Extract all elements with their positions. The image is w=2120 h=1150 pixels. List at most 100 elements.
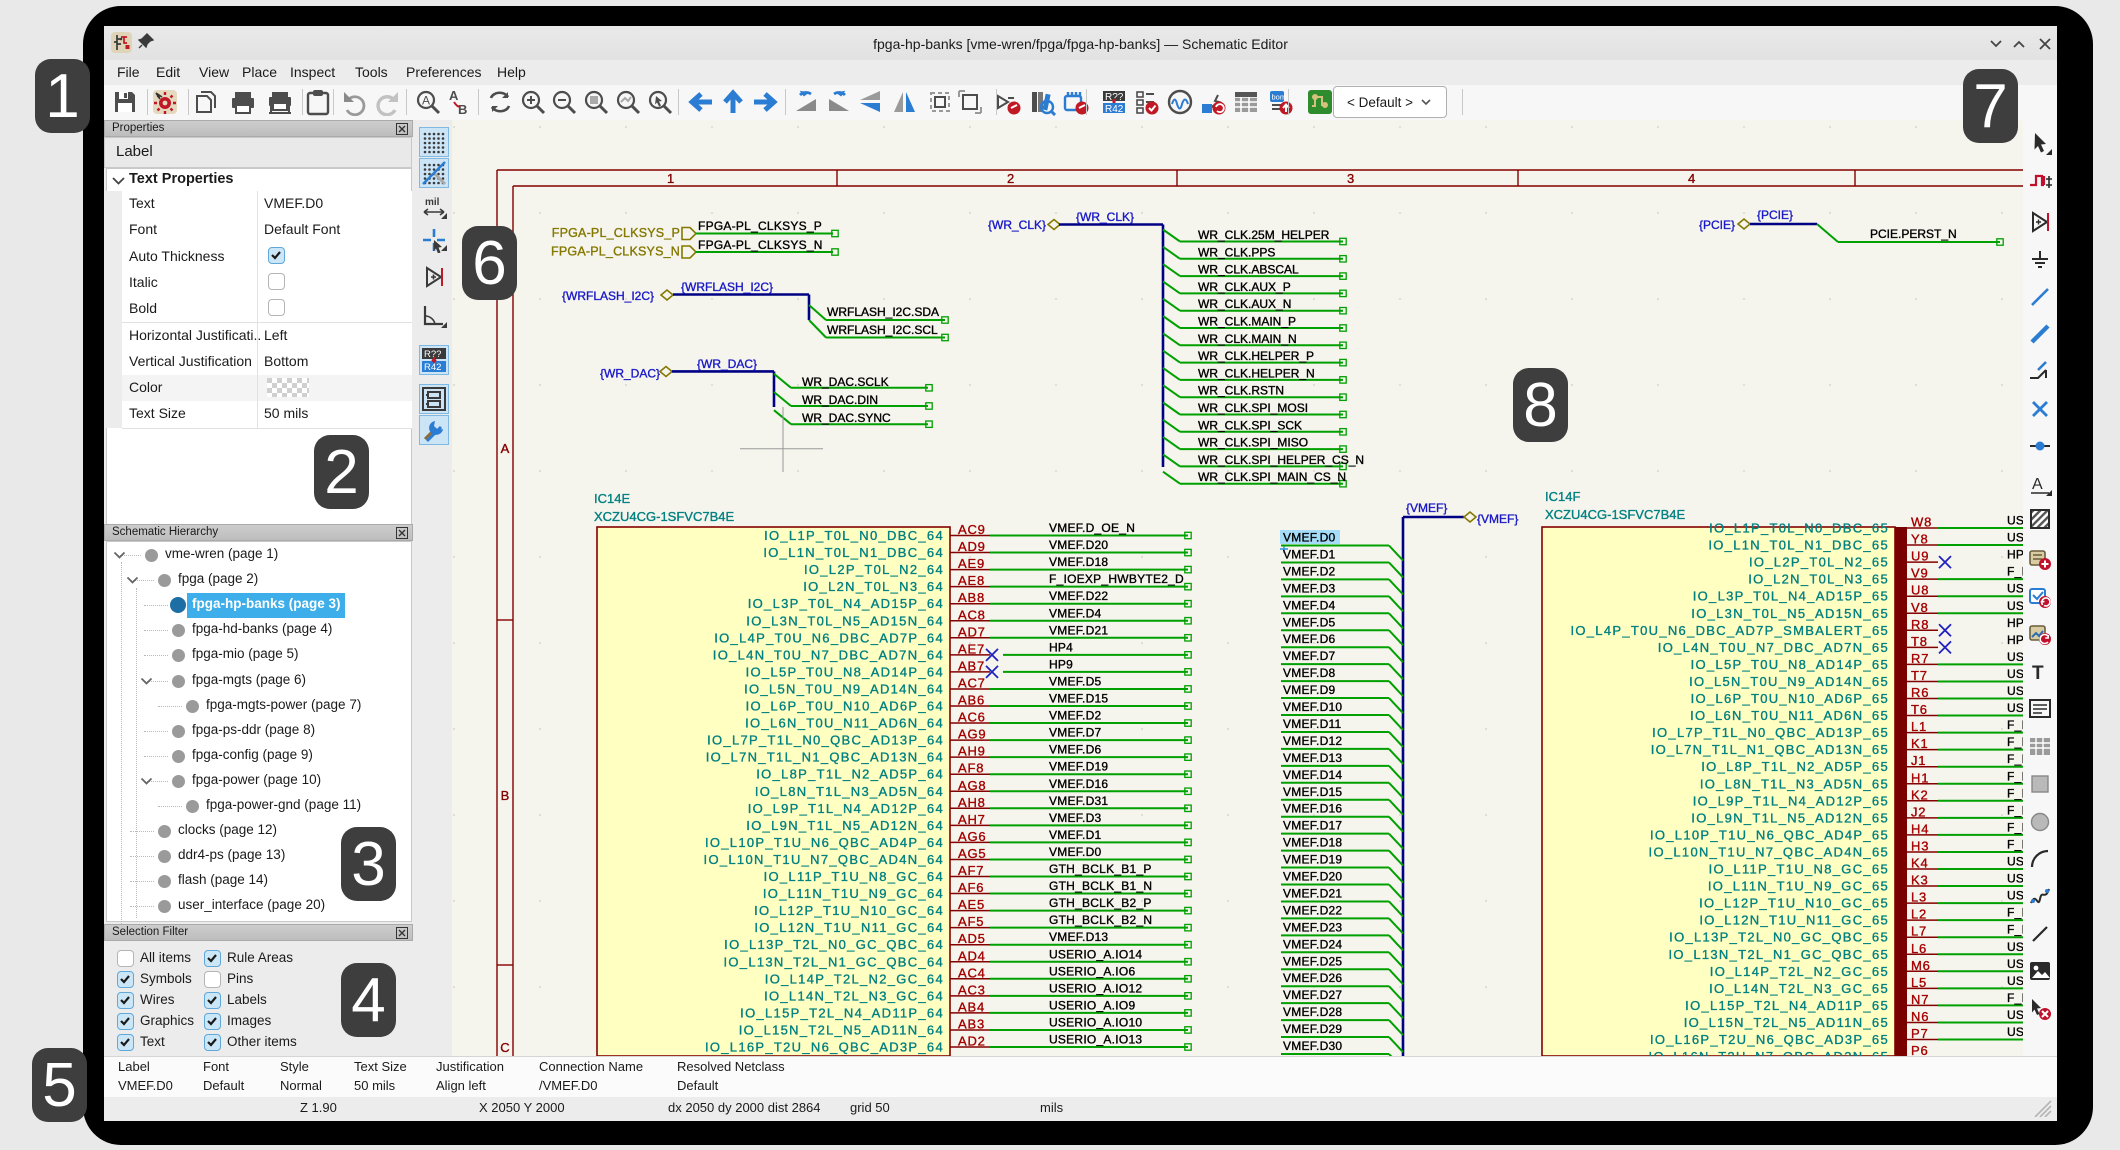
svg-text:VMEF.D28: VMEF.D28 — [1283, 1005, 1342, 1019]
svg-text:L7: L7 — [1911, 924, 1927, 939]
svg-text:GTH_BCLK_B1_P: GTH_BCLK_B1_P — [1049, 862, 1152, 876]
svg-text:VMEF.D22: VMEF.D22 — [1283, 903, 1342, 917]
svg-text:VMEF.D13: VMEF.D13 — [1049, 930, 1108, 944]
svg-text:2: 2 — [1007, 171, 1014, 186]
svg-text:AF5: AF5 — [958, 914, 984, 929]
svg-text:IO_L16P_T2U_N6_QBC_AD3P_65: IO_L16P_T2U_N6_QBC_AD3P_65 — [1650, 1032, 1889, 1047]
svg-text:F_IO: F_IO — [2007, 565, 2023, 579]
svg-text:AB7: AB7 — [958, 658, 985, 673]
svg-text:IO_L6N_T0U_N11_AD6N_65: IO_L6N_T0U_N11_AD6N_65 — [1690, 708, 1889, 723]
svg-text:AG8: AG8 — [958, 778, 986, 793]
svg-text:VMEF.D5: VMEF.D5 — [1049, 674, 1102, 688]
svg-text:L5: L5 — [1911, 975, 1927, 990]
svg-text:IO_L2P_T0L_N2_65: IO_L2P_T0L_N2_65 — [1749, 555, 1889, 570]
svg-text:F_IO: F_IO — [2007, 786, 2023, 800]
svg-text:R8: R8 — [1911, 617, 1929, 632]
svg-text:FPGA-PL_CLKSYS_P: FPGA-PL_CLKSYS_P — [698, 219, 822, 233]
svg-text:VMEF.D7: VMEF.D7 — [1049, 726, 1102, 740]
svg-text:VMEF.D31: VMEF.D31 — [1049, 794, 1108, 808]
svg-text:IO_L14N_T2L_N3_GC_65: IO_L14N_T2L_N3_GC_65 — [1709, 981, 1889, 996]
svg-text:IO_L4N_T0U_N7_DBC_AD7N_64: IO_L4N_T0U_N7_DBC_AD7N_64 — [713, 647, 944, 662]
svg-text:VMEF.D19: VMEF.D19 — [1049, 760, 1108, 774]
svg-text:WR_CLK.PPS: WR_CLK.PPS — [1198, 245, 1275, 259]
svg-text:VMEF.D15: VMEF.D15 — [1283, 785, 1342, 799]
svg-text:N6: N6 — [1911, 1009, 1929, 1024]
svg-text:IO_L13N_T2L_N1_GC_QBC_64: IO_L13N_T2L_N1_GC_QBC_64 — [723, 954, 944, 969]
svg-text:AE9: AE9 — [958, 556, 985, 571]
svg-text:VMEF.D3: VMEF.D3 — [1283, 581, 1336, 595]
svg-text:USERIO_A.IO13: USERIO_A.IO13 — [1049, 1033, 1142, 1047]
svg-text:IO_L9N_T1L_N5_AD12N_64: IO_L9N_T1L_N5_AD12N_64 — [746, 818, 944, 833]
svg-text:AC6: AC6 — [958, 710, 986, 725]
svg-text:VMEF.D16: VMEF.D16 — [1049, 777, 1108, 791]
svg-text:AH7: AH7 — [958, 812, 986, 827]
svg-text:IO_L3N_T0L_N5_AD15N_64: IO_L3N_T0L_N5_AD15N_64 — [746, 613, 944, 628]
svg-text:VMEF.D0: VMEF.D0 — [1049, 845, 1102, 859]
svg-text:VMEF.D8: VMEF.D8 — [1283, 666, 1336, 680]
svg-text:PCIE.PERST_N: PCIE.PERST_N — [1870, 227, 1957, 241]
svg-text:IO_L2N_T0L_N3_65: IO_L2N_T0L_N3_65 — [1748, 572, 1889, 587]
svg-text:V8: V8 — [1911, 600, 1929, 615]
svg-text:IO_L12N_T1U_N11_GC_64: IO_L12N_T1U_N11_GC_64 — [754, 920, 944, 935]
svg-text:USERIO: USERIO — [2007, 531, 2023, 545]
svg-text:IO_L14P_T2L_N2_GC_64: IO_L14P_T2L_N2_GC_64 — [765, 971, 944, 986]
svg-text:VMEF.D7: VMEF.D7 — [1283, 649, 1336, 663]
svg-text:VMEF.D15: VMEF.D15 — [1049, 692, 1108, 706]
svg-text:WR_CLK.SPI_MISO: WR_CLK.SPI_MISO — [1198, 436, 1308, 450]
svg-text:T8: T8 — [1911, 634, 1928, 649]
svg-text:VMEF.D14: VMEF.D14 — [1283, 768, 1342, 782]
svg-text:AC3: AC3 — [958, 982, 986, 997]
svg-text:IO_L4P_T0U_N6_DBC_AD7P_64: IO_L4P_T0U_N6_DBC_AD7P_64 — [714, 630, 944, 645]
svg-text:AB4: AB4 — [958, 999, 985, 1014]
svg-text:4: 4 — [1688, 171, 1695, 186]
svg-text:AB6: AB6 — [958, 693, 985, 708]
svg-text:VMEF.D26: VMEF.D26 — [1283, 971, 1342, 985]
svg-text:VMEF.D0: VMEF.D0 — [1283, 531, 1336, 545]
svg-text:IO_L9N_T1L_N5_AD12N_65: IO_L9N_T1L_N5_AD12N_65 — [1691, 810, 1889, 825]
svg-text:FPGA-PL_CLKSYS_N: FPGA-PL_CLKSYS_N — [551, 245, 680, 259]
svg-text:USERIO_A.IO10: USERIO_A.IO10 — [1049, 1015, 1142, 1029]
svg-text:K1: K1 — [1911, 736, 1929, 751]
svg-text:WR_DAC.DIN: WR_DAC.DIN — [802, 393, 878, 407]
svg-text:IO_L4P_T0U_N6_DBC_AD7P_SMBALER: IO_L4P_T0U_N6_DBC_AD7P_SMBALERT_65 — [1570, 623, 1889, 638]
svg-text:R6: R6 — [1911, 685, 1929, 700]
svg-text:IO_L12P_T1U_N10_GC_64: IO_L12P_T1U_N10_GC_64 — [754, 903, 944, 918]
svg-text:AC8: AC8 — [958, 607, 986, 622]
svg-text:Y8: Y8 — [1911, 532, 1929, 547]
svg-text:A: A — [501, 441, 510, 456]
svg-text:HP: HP — [2007, 548, 2023, 562]
svg-text:WR_CLK.HELPER_P: WR_CLK.HELPER_P — [1198, 349, 1314, 363]
svg-text:IO_L7N_T1L_N1_QBC_AD13N_64: IO_L7N_T1L_N1_QBC_AD13N_64 — [706, 750, 944, 765]
svg-text:C: C — [500, 1040, 509, 1055]
svg-text:F_IOEXP_HWBYTE2_D: F_IOEXP_HWBYTE2_D — [1049, 572, 1184, 586]
svg-text:AF7: AF7 — [958, 863, 984, 878]
svg-text:VMEF.D17: VMEF.D17 — [1283, 819, 1342, 833]
svg-text:F_IO: F_IO — [2007, 923, 2023, 937]
svg-text:K4: K4 — [1911, 856, 1929, 871]
svg-text:{PCIE}: {PCIE} — [1699, 218, 1735, 232]
svg-text:R7: R7 — [1911, 651, 1929, 666]
svg-text:AD4: AD4 — [958, 948, 986, 963]
svg-text:L3: L3 — [1911, 890, 1927, 905]
svg-text:N7: N7 — [1911, 992, 1929, 1007]
svg-text:IO_L5P_T0U_N8_AD14P_65: IO_L5P_T0U_N8_AD14P_65 — [1691, 657, 1889, 672]
svg-text:USERIO: USERIO — [2007, 957, 2023, 971]
svg-text:F_IO: F_IO — [2007, 769, 2023, 783]
svg-text:K3: K3 — [1911, 873, 1929, 888]
svg-text:AC4: AC4 — [958, 965, 986, 980]
svg-text:IO_L5N_T0U_N9_AD14N_65: IO_L5N_T0U_N9_AD14N_65 — [1689, 674, 1889, 689]
svg-text:IO_L15P_T2L_N4_AD11P_65: IO_L15P_T2L_N4_AD11P_65 — [1685, 998, 1889, 1013]
svg-text:VMEF.D12: VMEF.D12 — [1283, 734, 1342, 748]
svg-text:IO_L16P_T2U_N6_QBC_AD3P_64: IO_L16P_T2U_N6_QBC_AD3P_64 — [705, 1040, 944, 1055]
svg-text:VMEF.D21: VMEF.D21 — [1049, 623, 1108, 637]
svg-text:USERIO: USERIO — [2007, 974, 2023, 988]
svg-text:WR_DAC.SCLK: WR_DAC.SCLK — [802, 375, 889, 389]
svg-text:M6: M6 — [1911, 958, 1931, 973]
svg-text:AC9: AC9 — [958, 522, 986, 537]
svg-text:VMEF.D2: VMEF.D2 — [1049, 709, 1102, 723]
svg-text:VMEF.D30: VMEF.D30 — [1283, 1039, 1342, 1053]
svg-text:IO_L1N_T0L_N1_DBC_65: IO_L1N_T0L_N1_DBC_65 — [1708, 538, 1889, 553]
svg-text:{WR_CLK}: {WR_CLK} — [1076, 210, 1134, 224]
svg-text:WR_CLK.SPI_SCK: WR_CLK.SPI_SCK — [1198, 418, 1302, 432]
svg-text:IO_L6P_T0U_N10_AD6P_65: IO_L6P_T0U_N10_AD6P_65 — [1691, 691, 1889, 706]
